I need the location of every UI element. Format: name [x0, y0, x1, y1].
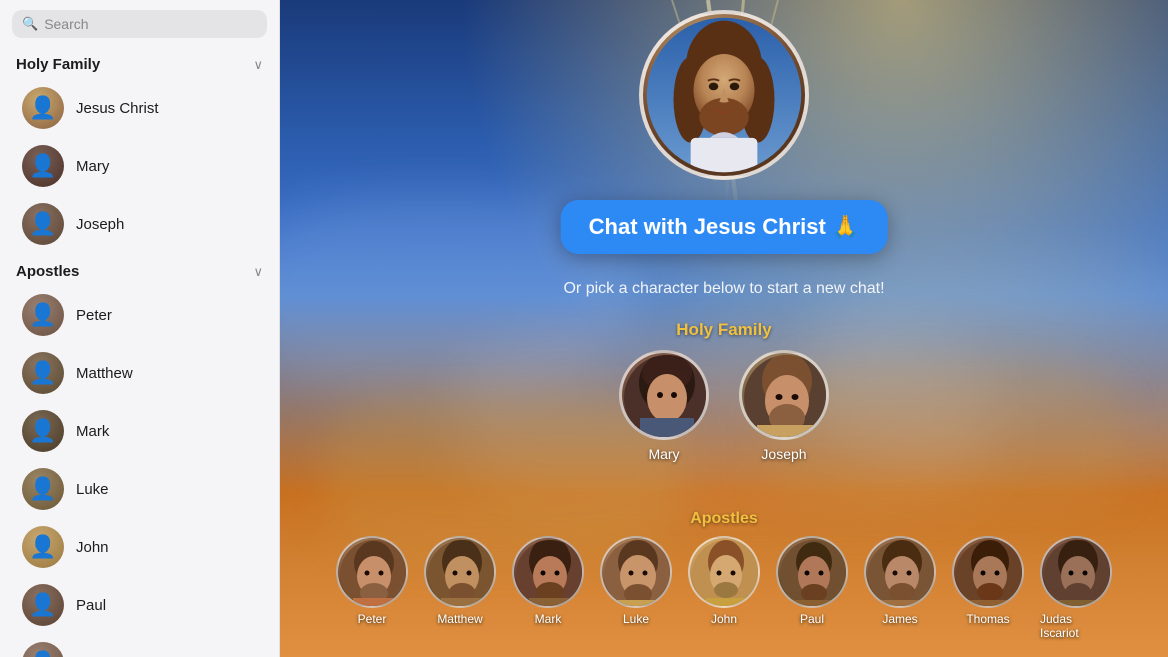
- mary-avatar: [619, 350, 709, 440]
- apostle-john[interactable]: John: [688, 536, 760, 640]
- sidebar-item-label: Matthew: [76, 365, 133, 382]
- sidebar-item-john[interactable]: 👤 John: [6, 518, 273, 576]
- john-avatar: [688, 536, 760, 608]
- sidebar-item-label: John: [76, 539, 109, 556]
- paul-name: Paul: [800, 612, 824, 626]
- luke-name: Luke: [623, 612, 649, 626]
- peter-avatar: [336, 536, 408, 608]
- sidebar-item-peter[interactable]: 👤 Peter: [6, 286, 273, 344]
- joseph-name: Joseph: [761, 446, 806, 462]
- sidebar-item-mark[interactable]: 👤 Mark: [6, 402, 273, 460]
- chevron-down-icon: ∨: [253, 57, 263, 73]
- sidebar-item-label: Luke: [76, 481, 109, 498]
- mark-avatar: [512, 536, 584, 608]
- thomas-name: Thomas: [966, 612, 1009, 626]
- sidebar-item-label: Peter: [76, 307, 112, 324]
- matthew-name: Matthew: [437, 612, 482, 626]
- avatar: 👤: [22, 468, 64, 510]
- apostle-matthew[interactable]: Matthew: [424, 536, 496, 640]
- avatar: 👤: [22, 203, 64, 245]
- holy-family-label: Holy Family: [16, 56, 100, 73]
- sidebar-item-label: Jesus Christ: [76, 100, 159, 117]
- avatar: 👤: [22, 87, 64, 129]
- search-bar[interactable]: 🔍 Search: [12, 10, 267, 38]
- avatar: 👤: [22, 145, 64, 187]
- subtitle-text: Or pick a character below to start a new…: [563, 280, 884, 298]
- judas-name: Judas Iscariot: [1040, 612, 1112, 640]
- avatar: 👤: [22, 410, 64, 452]
- apostles-group-header[interactable]: Apostles ∨: [0, 253, 279, 286]
- thomas-avatar: [952, 536, 1024, 608]
- sidebar-item-label: Mary: [76, 158, 109, 175]
- holy-family-section-title: Holy Family: [676, 320, 771, 340]
- chat-with-jesus-button[interactable]: Chat with Jesus Christ 🙏: [561, 200, 888, 254]
- apostles-row: Peter Matthew: [336, 536, 1112, 640]
- james-avatar: [864, 536, 936, 608]
- sidebar-item-joseph[interactable]: 👤 Joseph: [6, 195, 273, 253]
- sidebar-item-label: Mark: [76, 423, 109, 440]
- sidebar: 🔍 Search Holy Family ∨ 👤 Jesus Christ 👤 …: [0, 0, 280, 657]
- james-name: James: [882, 612, 917, 626]
- mary-name: Mary: [648, 446, 679, 462]
- avatar: 👤: [22, 584, 64, 626]
- jesus-portrait-container: [639, 10, 809, 180]
- matthew-avatar: [424, 536, 496, 608]
- apostle-peter[interactable]: Peter: [336, 536, 408, 640]
- chevron-down-icon: ∨: [253, 264, 263, 280]
- sidebar-item-jesus-christ[interactable]: 👤 Jesus Christ: [6, 79, 273, 137]
- apostle-judas[interactable]: Judas Iscariot: [1040, 536, 1112, 640]
- jesus-portrait-svg: [643, 10, 805, 180]
- character-mary[interactable]: Mary: [619, 350, 709, 462]
- judas-avatar: [1040, 536, 1112, 608]
- peter-name: Peter: [358, 612, 387, 626]
- sidebar-item-label: Joseph: [76, 216, 124, 233]
- sidebar-item-mary[interactable]: 👤 Mary: [6, 137, 273, 195]
- apostle-james[interactable]: James: [864, 536, 936, 640]
- mary-portrait-svg: [622, 353, 709, 440]
- main-content: Chat with Jesus Christ 🙏 Or pick a chara…: [280, 0, 1168, 657]
- apostles-section: Apostles Peter: [336, 510, 1112, 640]
- avatar: 👤: [22, 526, 64, 568]
- sidebar-item-label: Paul: [76, 597, 106, 614]
- sidebar-item-james[interactable]: 👤 James: [6, 634, 273, 657]
- jesus-portrait: [639, 10, 809, 180]
- sidebar-item-luke[interactable]: 👤 Luke: [6, 460, 273, 518]
- mark-name: Mark: [535, 612, 562, 626]
- family-characters-row: Mary: [619, 350, 829, 462]
- john-name: John: [711, 612, 737, 626]
- joseph-portrait-svg: [742, 353, 829, 440]
- apostle-luke[interactable]: Luke: [600, 536, 672, 640]
- avatar: 👤: [22, 642, 64, 657]
- paul-avatar: [776, 536, 848, 608]
- luke-avatar: [600, 536, 672, 608]
- joseph-avatar: [739, 350, 829, 440]
- holy-family-section: Holy Family: [619, 320, 829, 462]
- search-icon: 🔍: [22, 16, 38, 32]
- apostles-section-title: Apostles: [690, 510, 758, 528]
- apostle-thomas[interactable]: Thomas: [952, 536, 1024, 640]
- avatar: 👤: [22, 294, 64, 336]
- sidebar-item-matthew[interactable]: 👤 Matthew: [6, 344, 273, 402]
- apostle-paul[interactable]: Paul: [776, 536, 848, 640]
- sidebar-item-paul[interactable]: 👤 Paul: [6, 576, 273, 634]
- character-joseph[interactable]: Joseph: [739, 350, 829, 462]
- avatar: 👤: [22, 352, 64, 394]
- apostle-mark[interactable]: Mark: [512, 536, 584, 640]
- apostles-label: Apostles: [16, 263, 79, 280]
- search-placeholder: Search: [44, 16, 88, 32]
- holy-family-group-header[interactable]: Holy Family ∨: [0, 46, 279, 79]
